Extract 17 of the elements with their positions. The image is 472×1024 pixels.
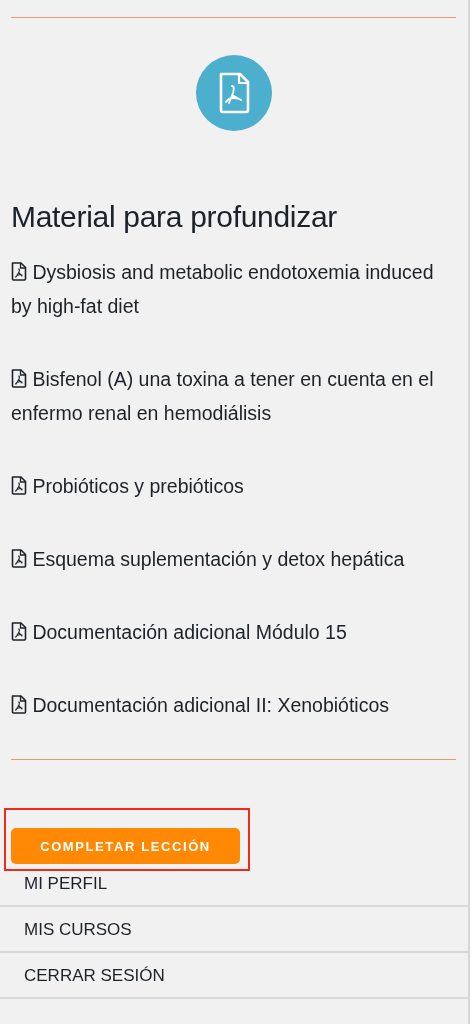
pdf-file-icon [11,369,27,388]
document-link[interactable]: Dysbiosis and metabolic endotoxemia induced by high-fat diet [11,255,456,323]
pdf-file-icon [195,55,272,131]
document-link[interactable]: Bisfenol (A) una toxina a tener en cuenta en el enfermo renal en hemodiálisis [11,362,456,430]
document-link[interactable]: Documentación adicional II: Xenobióticos [11,688,390,722]
menu-item[interactable]: CERRAR SESIÓN [0,953,468,999]
pdf-file-icon [11,476,27,495]
document-link[interactable]: Probióticos y prebióticos [11,469,244,503]
pdf-file-icon [11,549,27,568]
menu-item[interactable]: MIS CURSOS [0,907,468,953]
document-link[interactable]: Documentación adicional Módulo 15 [11,615,347,649]
pdf-file-icon [11,622,27,641]
menu-item[interactable]: MI PERFIL [0,873,468,907]
pdf-file-icon [11,262,27,281]
document-link[interactable]: Esquema suplementación y detox hepática [11,542,405,576]
section-title: Material para profundizar [11,199,338,235]
pdf-file-icon [11,695,27,714]
